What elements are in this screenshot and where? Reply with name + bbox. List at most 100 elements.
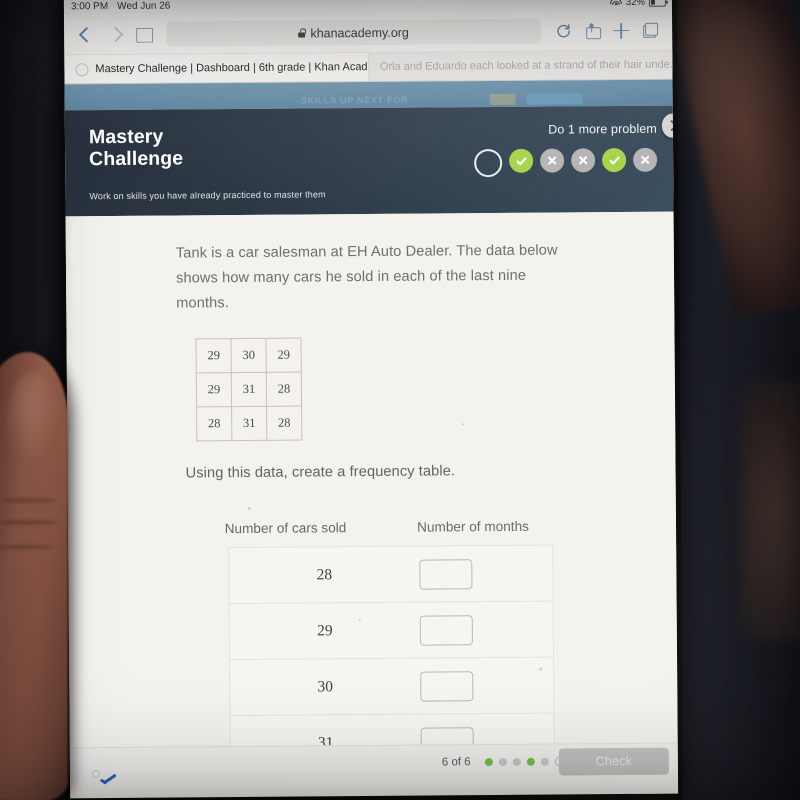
- reload-button[interactable]: [550, 18, 576, 44]
- stray-mark-blue-check: [100, 773, 126, 786]
- chevron-right-icon: [107, 26, 123, 43]
- new-tab-button[interactable]: [608, 17, 634, 43]
- tab-overview-button[interactable]: [637, 17, 663, 43]
- lock-icon: [298, 29, 305, 38]
- grid-cell: 29: [196, 372, 232, 407]
- footer-dot-gray: [512, 757, 521, 766]
- grid-cell: 28: [196, 406, 232, 441]
- answer-input-30[interactable]: [420, 670, 474, 702]
- header-progress-area: Do 1 more problem: [474, 121, 658, 178]
- progress-dot-wrong: [633, 147, 658, 172]
- row-answer-cell: [419, 558, 552, 590]
- progress-dot-correct: [509, 148, 534, 173]
- address-bar[interactable]: khanacademy.org: [166, 18, 542, 47]
- paper-speck: [247, 506, 251, 510]
- tablet-device: 3:00 PM Wed Jun 26 32% khanacademy.org M…: [58, 0, 684, 800]
- grid-cell: 28: [266, 406, 302, 441]
- column-header-months: Number of months: [417, 518, 529, 535]
- battery-icon: [648, 0, 666, 8]
- footer-progress-dots: [484, 756, 565, 767]
- ghost-chip-2: [526, 93, 583, 105]
- problem-statement: Tank is a car salesman at EH Auto Dealer…: [175, 242, 558, 312]
- mastery-challenge-header: Mastery Challenge Work on skills you hav…: [64, 105, 679, 217]
- status-time: 3:00 PM: [70, 1, 109, 13]
- footer-dot-green: [484, 758, 493, 767]
- do-more-problem-label: Do 1 more problem: [548, 121, 657, 137]
- table-row: 28: [229, 545, 553, 605]
- url-text: khanacademy.org: [310, 25, 409, 40]
- table-row: 29 31 28: [196, 372, 302, 407]
- grid-cell: 30: [231, 338, 267, 373]
- row-value: 30: [317, 677, 334, 695]
- row-value: 28: [316, 565, 333, 583]
- status-date: Wed Jun 26: [117, 0, 171, 12]
- reload-icon: [556, 24, 570, 38]
- footer-dot-gray: [498, 757, 507, 767]
- tab-title: Orla and Eduardo each looked at a strand…: [379, 58, 673, 73]
- progress-dot-pending: [474, 148, 503, 178]
- exercise-footer: 6 of 6 Check: [69, 742, 678, 786]
- table-row: 30: [230, 657, 554, 717]
- chevron-right-icon: [666, 119, 678, 132]
- problem-counter: 6 of 6: [441, 756, 471, 769]
- thumb-crease: [0, 545, 54, 549]
- tablet-screen: 3:00 PM Wed Jun 26 32% khanacademy.org M…: [63, 0, 679, 799]
- close-icon: [548, 156, 557, 165]
- row-answer-cell: [419, 614, 553, 646]
- tabs-overview-icon: [643, 23, 658, 38]
- browser-toolbar: khanacademy.org: [63, 10, 673, 56]
- paper-speck: [462, 423, 465, 426]
- stray-mark-circle: [91, 770, 100, 779]
- answer-input-28[interactable]: [419, 558, 473, 590]
- back-button[interactable]: [73, 22, 99, 48]
- tab-orla-eduardo[interactable]: Orla and Eduardo each looked at a strand…: [368, 50, 673, 82]
- check-icon: [609, 156, 620, 164]
- progress-dot-wrong: [571, 148, 596, 173]
- column-header-cars-sold: Number of cars sold: [224, 520, 347, 537]
- ghost-chip-1: [489, 93, 516, 106]
- table-row: 29: [229, 601, 554, 661]
- paper-speck: [358, 619, 361, 622]
- thumb-crease: [2, 498, 56, 503]
- ghost-heading: SKILLS UP NEXT FOR: [300, 94, 409, 106]
- share-button[interactable]: [579, 18, 605, 44]
- close-icon: [641, 155, 650, 164]
- row-value: 29: [317, 621, 333, 639]
- progress-dot-wrong: [540, 148, 565, 173]
- answer-input-29[interactable]: [419, 614, 473, 646]
- grid-cell: 31: [231, 406, 267, 441]
- panel-expand-button[interactable]: [661, 113, 679, 138]
- row-answer-cell: [420, 670, 553, 702]
- grid-cell: 28: [266, 372, 302, 407]
- frequency-table-headers: Number of cars sold Number of months: [68, 518, 676, 538]
- wifi-icon: [610, 0, 623, 7]
- tab-title: Mastery Challenge | Dashboard | 6th grad…: [95, 60, 370, 76]
- page-subtitle: Work on skills you have already practice…: [89, 189, 326, 202]
- header-progress-dots: [474, 147, 658, 178]
- grid-cell: 31: [231, 372, 267, 407]
- forward-button[interactable]: [102, 21, 128, 47]
- photo-scene: 3:00 PM Wed Jun 26 32% khanacademy.org M…: [0, 0, 800, 800]
- chevron-left-icon: [78, 26, 94, 43]
- grid-cell: 29: [196, 338, 232, 373]
- plus-icon: [613, 22, 629, 38]
- table-row: 29 30 29: [196, 338, 302, 373]
- frequency-table: 28 29 30 31: [228, 544, 555, 748]
- book-icon: [136, 28, 153, 41]
- bookmarks-button[interactable]: [131, 21, 157, 47]
- check-button[interactable]: Check: [558, 747, 669, 776]
- close-icon[interactable]: [75, 62, 89, 76]
- table-row: 28 31 28: [196, 406, 302, 441]
- share-icon: [585, 22, 601, 39]
- battery-percent: 32%: [625, 0, 645, 8]
- tab-mastery-challenge[interactable]: Mastery Challenge | Dashboard | 6th grad…: [64, 53, 370, 84]
- table-row: 31: [230, 713, 554, 748]
- grid-cell: 29: [266, 338, 302, 373]
- check-icon: [516, 156, 527, 165]
- exercise-content: Tank is a car salesman at EH Auto Dealer…: [65, 211, 678, 748]
- thumb-crease: [0, 520, 58, 525]
- background-hand-right-lower: [740, 380, 800, 640]
- paper-speck: [539, 667, 543, 671]
- close-icon: [579, 156, 588, 165]
- browser-tab-strip: Mastery Challenge | Dashboard | 6th grad…: [64, 50, 673, 85]
